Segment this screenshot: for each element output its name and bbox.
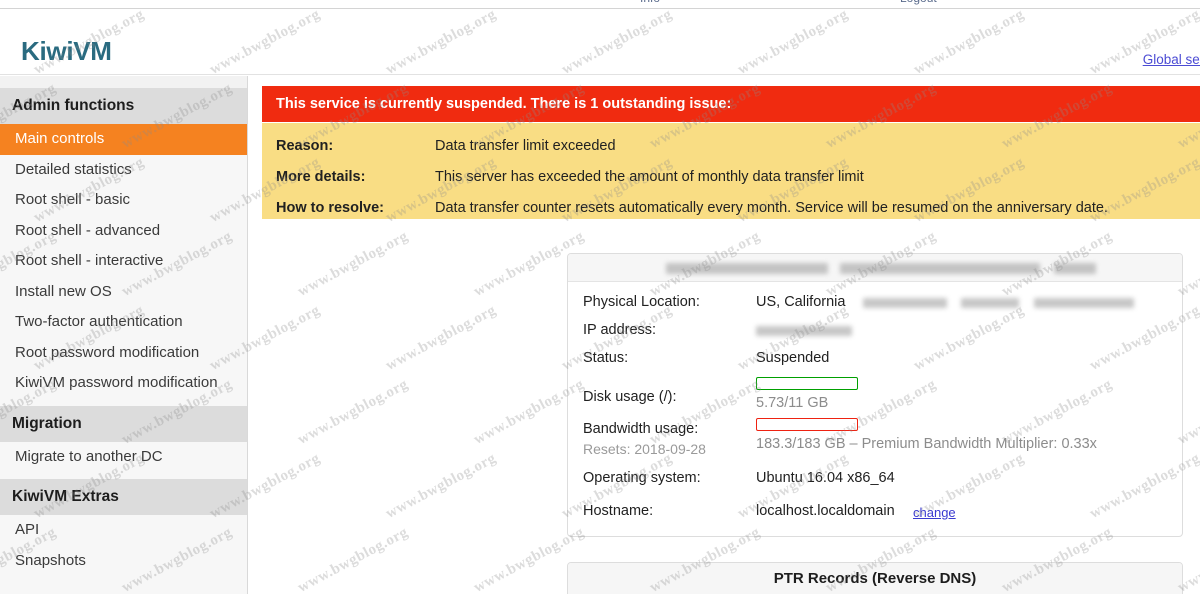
page-header: KiwiVM Global settings — [0, 10, 1200, 75]
label-status: Status: — [583, 350, 629, 366]
sidebar-item-kiwivm-password-modification[interactable]: KiwiVM password modification — [0, 368, 247, 399]
alert-label-reason: Reason: — [276, 138, 334, 154]
row-operating-system: Operating system: Ubuntu 16.04 x86_64 — [568, 465, 1182, 498]
label-operating-system: Operating system: — [583, 470, 701, 486]
alert-value-reason: Data transfer limit exceeded — [435, 138, 616, 154]
sidebar-item-snapshots[interactable]: Snapshots — [0, 545, 247, 576]
sidebar-nav: Admin functions Main controls Detailed sta… — [0, 76, 248, 594]
server-info-panel: Physical Location: US, California IP add… — [567, 253, 1183, 537]
value-physical-location: US, California — [756, 294, 846, 310]
label-ip-address: IP address: — [583, 322, 657, 338]
sidebar-top-spacer — [0, 76, 247, 88]
sidebar-section-title: KiwiVM Extras — [0, 479, 247, 515]
alert-label-more-details: More details: — [276, 169, 366, 185]
label-bandwidth-reset-date: Resets: 2018-09-28 — [583, 441, 706, 457]
sidebar-section-title: Admin functions — [0, 88, 247, 124]
label-physical-location: Physical Location: — [583, 294, 700, 310]
main-content: This service is currently suspended. The… — [248, 76, 1200, 594]
suspension-alert-body: Reason: Data transfer limit exceeded Mor… — [262, 123, 1200, 219]
value-hostname: localhost.localdomain — [756, 503, 895, 519]
alert-value-more-details: This server has exceeded the amount of m… — [435, 169, 864, 185]
row-physical-location: Physical Location: US, California — [568, 289, 1182, 317]
sidebar-section-spacer — [0, 472, 247, 479]
sidebar-item-main-controls[interactable]: Main controls — [0, 124, 247, 155]
row-disk-usage: Disk usage (/): 5.73/11 GB — [568, 375, 1182, 417]
redacted-location-detail-1 — [863, 298, 947, 308]
value-bandwidth-usage: 183.3/183 GB – Premium Bandwidth Multipl… — [756, 436, 1097, 452]
sidebar-item-install-new-os[interactable]: Install new OS — [0, 276, 247, 307]
suspension-alert-headline: This service is currently suspended. The… — [262, 86, 1200, 122]
server-info-panel-heading — [568, 254, 1182, 282]
kiwivm-page: Info Logout KiwiVM Global settings Admin… — [0, 0, 1200, 594]
alert-label-how-to-resolve: How to resolve: — [276, 200, 384, 216]
redacted-ip-address — [756, 326, 852, 336]
global-settings-link[interactable]: Global settings — [1143, 52, 1200, 67]
sidebar-item-root-shell-advanced[interactable]: Root shell - advanced — [0, 215, 247, 246]
row-ip-address: IP address: — [568, 317, 1182, 345]
sidebar-section-spacer — [0, 398, 247, 406]
redacted-plan-suffix — [1054, 263, 1096, 274]
label-bandwidth-usage: Bandwidth usage: — [583, 421, 699, 437]
kiwivm-logo[interactable]: KiwiVM — [21, 38, 112, 64]
ptr-records-title: PTR Records (Reverse DNS) — [568, 563, 1182, 594]
sidebar-section-title: Migration — [0, 405, 247, 442]
label-hostname: Hostname: — [583, 503, 654, 519]
redacted-plan-name — [840, 263, 1040, 274]
cut-off-nav-item-2: Logout — [900, 0, 937, 5]
disk-usage-meter — [756, 377, 858, 390]
sidebar-item-root-shell-interactive[interactable]: Root shell - interactive — [0, 246, 247, 277]
ptr-records-panel: PTR Records (Reverse DNS) — [567, 562, 1183, 594]
sidebar-item-root-shell-basic[interactable]: Root shell - basic — [0, 185, 247, 216]
sidebar-sections: Admin functions Main controls Detailed sta… — [0, 88, 247, 576]
label-disk-usage: Disk usage (/): — [583, 389, 677, 405]
sidebar-item-two-factor-authentication[interactable]: Two-factor authentication — [0, 307, 247, 338]
row-status: Status: Suspended — [568, 345, 1182, 375]
redacted-location-detail-2 — [961, 298, 1019, 308]
value-operating-system: Ubuntu 16.04 x86_64 — [756, 470, 895, 486]
sidebar-item-api[interactable]: API — [0, 515, 247, 546]
cut-off-nav-item-1: Info — [640, 0, 660, 5]
server-info-rows: Physical Location: US, California IP add… — [568, 282, 1182, 536]
row-hostname: Hostname: localhost.localdomain change — [568, 498, 1182, 526]
redacted-hostname — [666, 263, 828, 274]
sidebar-item-migrate-to-another-dc[interactable]: Migrate to another DC — [0, 441, 247, 472]
sidebar-item-root-password-modification[interactable]: Root password modification — [0, 337, 247, 368]
bandwidth-usage-meter — [756, 418, 858, 431]
sidebar-item-detailed-statistics[interactable]: Detailed statistics — [0, 154, 247, 185]
redacted-location-detail-3 — [1034, 298, 1134, 308]
cut-off-top-nav: Info Logout — [0, 0, 1200, 9]
alert-value-how-to-resolve: Data transfer counter resets automatical… — [435, 200, 1108, 216]
change-hostname-link[interactable]: change — [913, 505, 956, 520]
value-disk-usage: 5.73/11 GB — [756, 395, 829, 411]
status-badge: Suspended — [756, 350, 830, 366]
row-bandwidth-usage: Bandwidth usage: Resets: 2018-09-28 183.… — [568, 417, 1182, 465]
